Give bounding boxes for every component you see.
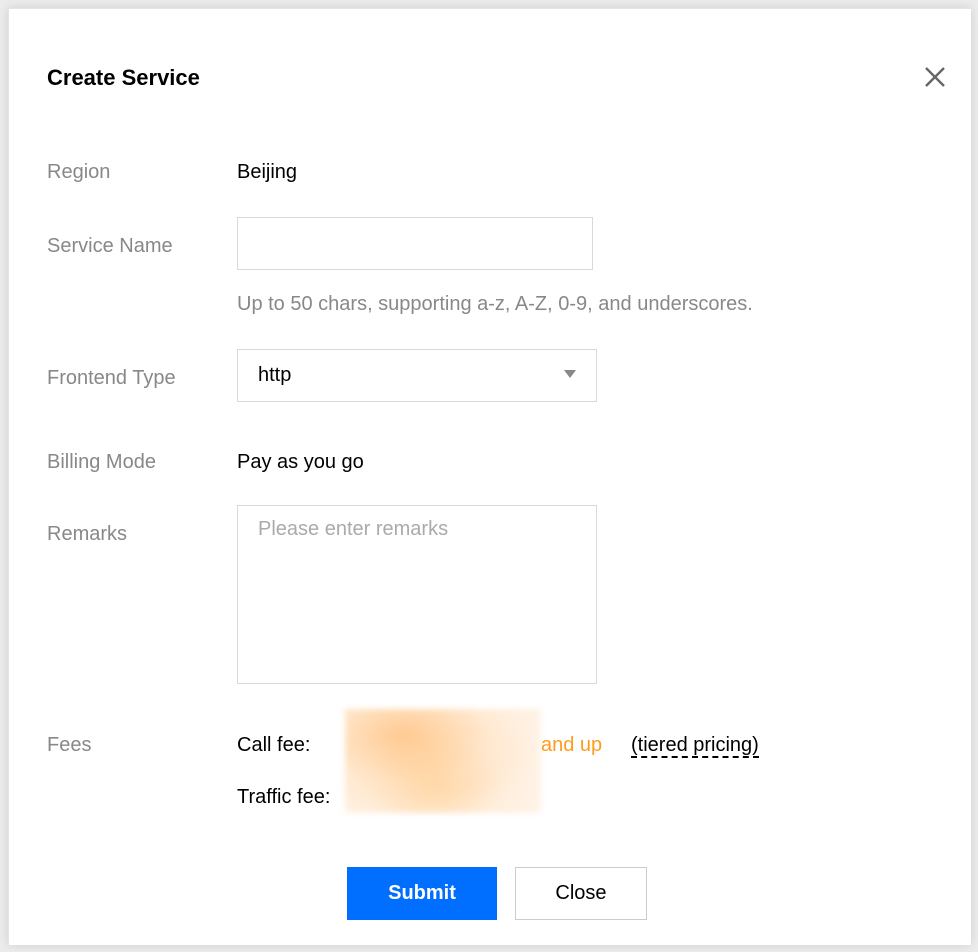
create-service-dialog: Create Service Region Beijing Service Na… (8, 8, 971, 945)
tiered-pricing-link[interactable]: (tiered pricing) (631, 734, 759, 758)
frontend-type-select[interactable]: http (237, 349, 597, 402)
billing-mode-label: Billing Mode (47, 451, 156, 473)
dialog-title: Create Service (47, 65, 200, 90)
service-name-input[interactable] (237, 217, 593, 270)
service-name-hint: Up to 50 chars, supporting a-z, A-Z, 0-9… (237, 293, 753, 315)
chevron-down-icon (564, 370, 576, 378)
billing-mode-value: Pay as you go (237, 451, 364, 473)
region-value: Beijing (237, 161, 298, 183)
frontend-type-selected: http (258, 364, 292, 386)
remarks-textarea[interactable] (237, 505, 597, 684)
remarks-label: Remarks (47, 523, 128, 545)
close-icon[interactable] (923, 65, 947, 89)
service-name-label: Service Name (47, 235, 173, 257)
fees-label: Fees (47, 734, 92, 756)
submit-button[interactable]: Submit (347, 867, 497, 920)
call-fee-suffix: and up (541, 734, 603, 756)
redacted-fee-values (345, 709, 541, 813)
frontend-type-label: Frontend Type (47, 367, 176, 389)
region-label: Region (47, 161, 111, 183)
close-button[interactable]: Close (515, 867, 647, 920)
call-fee-label: Call fee: (237, 734, 311, 756)
traffic-fee-label: Traffic fee: (237, 786, 331, 808)
